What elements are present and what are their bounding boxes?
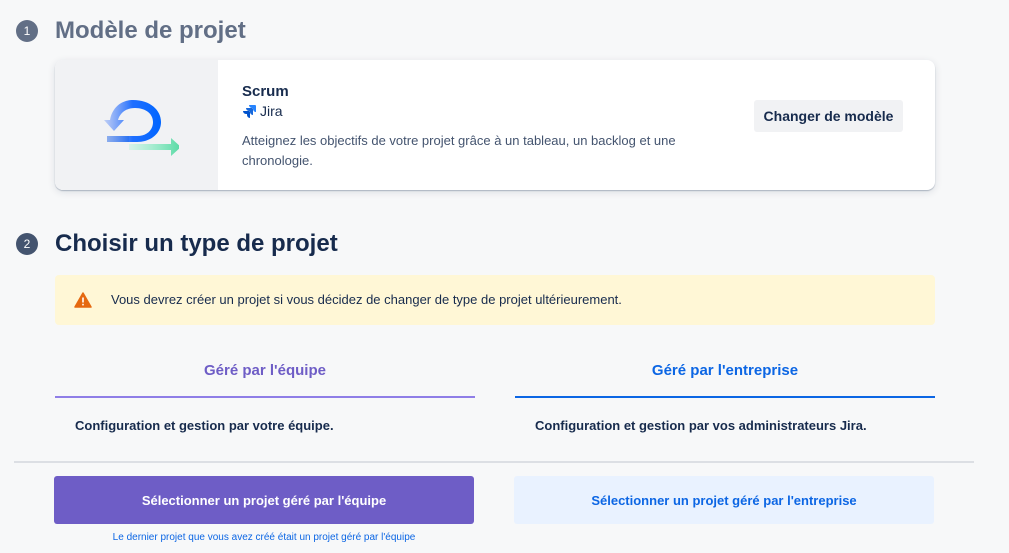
footer-bar: Sélectionner un projet géré par l'équipe…	[14, 461, 974, 553]
template-description: Atteignez les objectifs de votre projet …	[242, 133, 676, 168]
warning-text: Vous devrez créer un projet si vous déci…	[111, 292, 622, 307]
template-card: Scrum Jira Atteignez les objectifs de vo…	[55, 60, 935, 190]
product-name: Jira	[260, 103, 283, 119]
tab-team-managed[interactable]: Géré par l'équipe	[55, 360, 475, 398]
step-2-badge: 2	[16, 233, 38, 255]
select-team-managed-button[interactable]: Sélectionner un projet géré par l'équipe	[54, 476, 474, 524]
product-line: Jira	[242, 103, 283, 119]
company-description-heading: Configuration et gestion par vos adminis…	[535, 418, 867, 433]
section-title-project-type: Choisir un type de projet	[55, 230, 338, 257]
template-name: Scrum	[242, 83, 289, 100]
warning-icon	[74, 292, 92, 308]
last-project-note: Le dernier projet que vous avez créé éta…	[112, 532, 416, 543]
scrum-cycle-icon	[104, 100, 179, 156]
tab-company-managed[interactable]: Géré par l'entreprise	[515, 360, 935, 398]
tab-team-label: Géré par l'équipe	[204, 362, 326, 379]
change-template-button[interactable]: Changer de modèle	[754, 100, 903, 132]
template-illustration	[55, 60, 218, 190]
jira-logo-icon	[243, 105, 256, 118]
team-description-heading: Configuration et gestion par votre équip…	[75, 418, 334, 433]
warning-banner: Vous devrez créer un projet si vous déci…	[55, 275, 935, 325]
step-1-badge: 1	[16, 20, 38, 42]
tab-company-label: Géré par l'entreprise	[651, 362, 799, 379]
section-title-template: Modèle de projet	[55, 17, 246, 44]
select-company-managed-button[interactable]: Sélectionner un projet géré par l'entrep…	[514, 476, 934, 524]
